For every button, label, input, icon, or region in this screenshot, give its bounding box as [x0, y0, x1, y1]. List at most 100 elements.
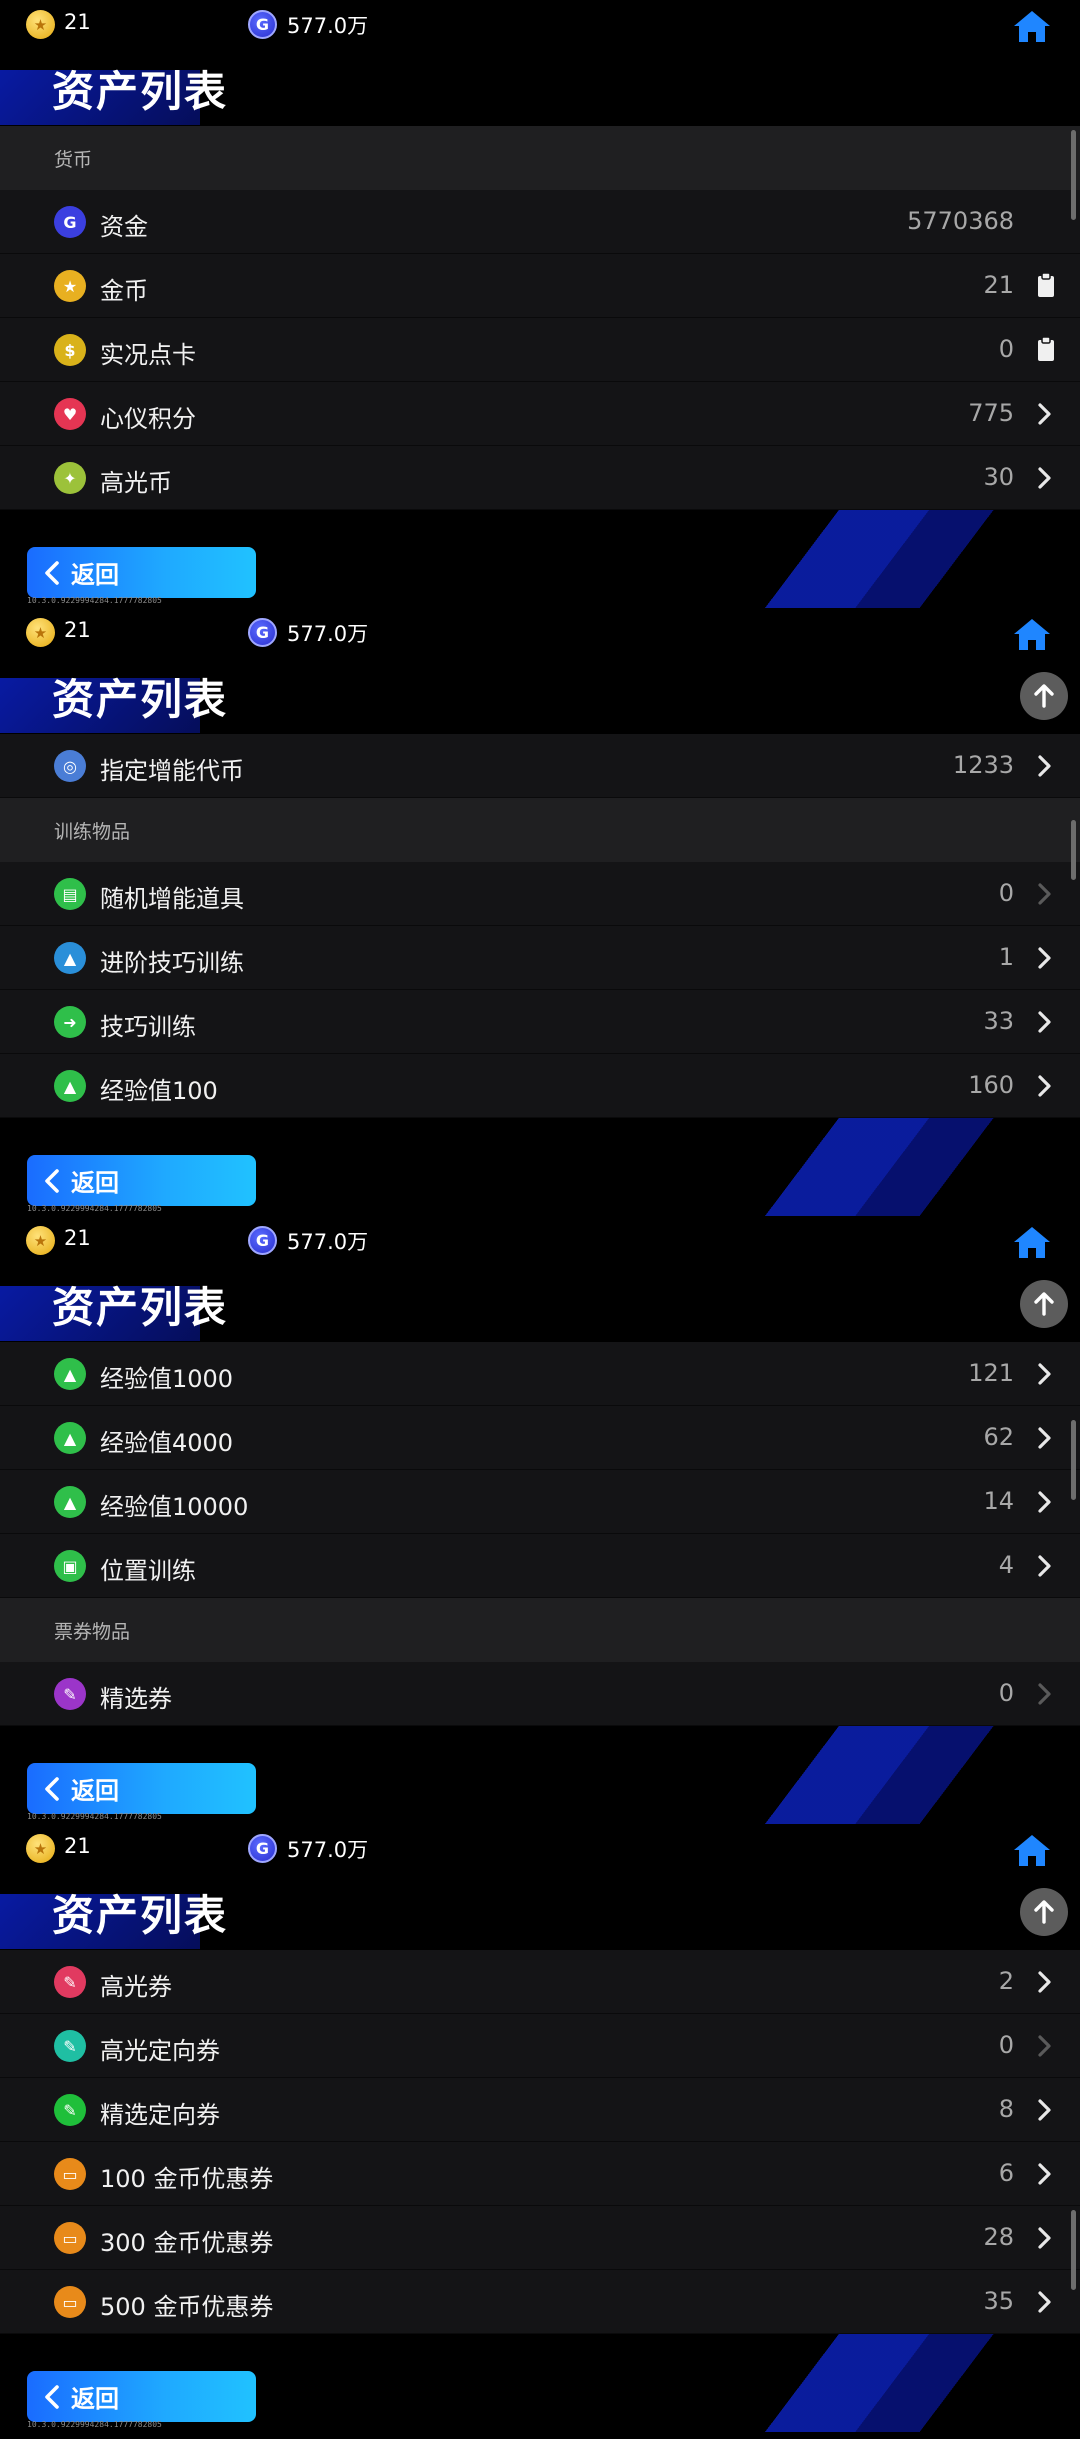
section-header: 货币	[0, 126, 1080, 190]
coin-balance: 21	[64, 1834, 91, 1858]
chevron-right-icon[interactable]	[1030, 2288, 1058, 2316]
asset-row[interactable]: ✎ 精选定向券 8	[0, 2078, 1080, 2142]
scrollbar[interactable]	[1071, 820, 1076, 880]
chevron-right-icon[interactable]	[1030, 1424, 1058, 1452]
home-icon[interactable]	[1012, 616, 1052, 652]
home-icon[interactable]	[1012, 1224, 1052, 1260]
asset-label: 500 金币优惠券	[100, 2293, 274, 2321]
boost-token-icon: ◎	[54, 750, 86, 782]
home-icon[interactable]	[1012, 8, 1052, 44]
asset-row[interactable]: ▤ 随机增能道具 0	[0, 862, 1080, 926]
top-bar: ★ 21 G 577.0万	[0, 1824, 1080, 1874]
back-button[interactable]: 返回	[27, 2371, 256, 2422]
asset-row[interactable]: ▭ 500 金币优惠券 35	[0, 2270, 1080, 2334]
asset-value: 14	[983, 1487, 1014, 1515]
chevron-left-icon	[41, 559, 63, 587]
asset-row[interactable]: ▲ 经验值10000 14	[0, 1470, 1080, 1534]
heart-icon: ♥	[54, 398, 86, 430]
asset-row[interactable]: ✎ 精选券 0	[0, 1662, 1080, 1726]
asset-value: 8	[998, 2095, 1014, 2123]
asset-row[interactable]: ▲ 经验值4000 62	[0, 1406, 1080, 1470]
asset-value: 33	[983, 1007, 1014, 1035]
back-button[interactable]: 返回	[27, 1155, 256, 1206]
chevron-right-icon[interactable]	[1030, 400, 1058, 428]
asset-row[interactable]: ▲ 经验值100 160	[0, 1054, 1080, 1118]
asset-row[interactable]: ▲ 经验值1000 121	[0, 1342, 1080, 1406]
chevron-right-icon[interactable]	[1030, 1072, 1058, 1100]
back-label: 返回	[71, 1777, 119, 1805]
scrollbar[interactable]	[1071, 130, 1076, 220]
asset-row[interactable]: ◎ 指定增能代币 1233	[0, 734, 1080, 798]
asset-value: 4	[998, 1551, 1014, 1579]
chevron-right-icon	[1030, 2032, 1058, 2060]
top-bar: ★ 21 G 577.0万	[0, 608, 1080, 658]
asset-row[interactable]: ➜ 技巧训练 33	[0, 990, 1080, 1054]
gold-coin-icon: ★	[26, 618, 55, 647]
clipboard-icon[interactable]	[1036, 272, 1056, 298]
asset-row[interactable]: ▲ 进阶技巧训练 1	[0, 926, 1080, 990]
scroll-to-top-button[interactable]	[1020, 1280, 1068, 1328]
asset-row[interactable]: ▭ 300 金币优惠券 28	[0, 2206, 1080, 2270]
gold-coin-icon: ★	[26, 1834, 55, 1863]
exp-1000-icon: ▲	[54, 1358, 86, 1390]
funds-balance: 577.0万	[287, 14, 369, 38]
chevron-right-icon[interactable]	[1030, 944, 1058, 972]
chevron-right-icon[interactable]	[1030, 1488, 1058, 1516]
back-button[interactable]: 返回	[27, 1763, 256, 1814]
asset-label: 心仪积分	[100, 405, 196, 433]
highlight-ticket-icon: ✎	[54, 1966, 86, 1998]
dollar-coin-icon: $	[54, 334, 86, 366]
clipboard-icon[interactable]	[1036, 336, 1056, 362]
asset-value: 2	[998, 1967, 1014, 1995]
asset-label: 经验值1000	[100, 1365, 234, 1393]
chevron-right-icon[interactable]	[1030, 752, 1058, 780]
asset-value: 6	[998, 2159, 1014, 2187]
asset-label: 精选券	[100, 1685, 172, 1713]
home-icon[interactable]	[1012, 1832, 1052, 1868]
asset-label: 经验值4000	[100, 1429, 234, 1457]
asset-value: 21	[983, 271, 1014, 299]
back-button[interactable]: 返回	[27, 547, 256, 598]
chevron-right-icon[interactable]	[1030, 2096, 1058, 2124]
asset-value: 121	[968, 1359, 1014, 1387]
chevron-right-icon[interactable]	[1030, 2160, 1058, 2188]
page-title: 资产列表	[52, 67, 229, 116]
asset-value: 160	[968, 1071, 1014, 1099]
asset-row[interactable]: ▭ 100 金币优惠券 6	[0, 2142, 1080, 2206]
skill-training-icon: ➜	[54, 1006, 86, 1038]
position-training-icon: ▣	[54, 1550, 86, 1582]
chevron-right-icon[interactable]	[1030, 1968, 1058, 1996]
asset-label: 技巧训练	[100, 1013, 196, 1041]
asset-label: 指定增能代币	[100, 757, 244, 785]
scrollbar[interactable]	[1071, 1420, 1076, 1500]
chevron-right-icon[interactable]	[1030, 1008, 1058, 1036]
asset-label: 实况点卡	[100, 341, 196, 369]
asset-row[interactable]: $ 实况点卡 0	[0, 318, 1080, 382]
chevron-right-icon[interactable]	[1030, 464, 1058, 492]
scrollbar[interactable]	[1071, 2210, 1076, 2290]
page-title: 资产列表	[52, 1891, 229, 1940]
gold-coin-icon: ★	[26, 1226, 55, 1255]
screen-panel: ★ 21 G 577.0万 资产列表 ▲ 经验值1000 121 ▲ 经验值4000 62 ▲ 经验值1…	[0, 1216, 1080, 1824]
highlight-coin-icon: ✦	[54, 462, 86, 494]
g-coin-icon: G	[248, 1226, 277, 1255]
asset-value: 35	[983, 2287, 1014, 2315]
version-text: 10.3.0.9229994284.1777782805	[27, 1204, 162, 1213]
back-label: 返回	[71, 1169, 119, 1197]
funds-balance: 577.0万	[287, 622, 369, 646]
asset-row[interactable]: ♥ 心仪积分 775	[0, 382, 1080, 446]
asset-row[interactable]: ✦ 高光币 30	[0, 446, 1080, 510]
asset-label: 随机增能道具	[100, 885, 244, 913]
asset-row[interactable]: ★ 金币 21	[0, 254, 1080, 318]
asset-row[interactable]: ✎ 高光定向券 0	[0, 2014, 1080, 2078]
screen-panel: ★ 21 G 577.0万 资产列表 货币 G 资金 5770368 ★ 金币 21 $ 实况点卡 0 ♥ 心仪…	[0, 0, 1080, 608]
scroll-to-top-button[interactable]	[1020, 1888, 1068, 1936]
asset-list: ▲ 经验值1000 121 ▲ 经验值4000 62 ▲ 经验值10000 14 ▣ 位置训练 4 票券…	[0, 1342, 1080, 1737]
chevron-right-icon[interactable]	[1030, 1360, 1058, 1388]
asset-row[interactable]: ▣ 位置训练 4	[0, 1534, 1080, 1598]
version-text: 10.3.0.9229994284.1777782805	[27, 1812, 162, 1821]
chevron-right-icon[interactable]	[1030, 2224, 1058, 2252]
asset-row[interactable]: ✎ 高光券 2	[0, 1950, 1080, 2014]
chevron-right-icon[interactable]	[1030, 1552, 1058, 1580]
scroll-to-top-button[interactable]	[1020, 672, 1068, 720]
